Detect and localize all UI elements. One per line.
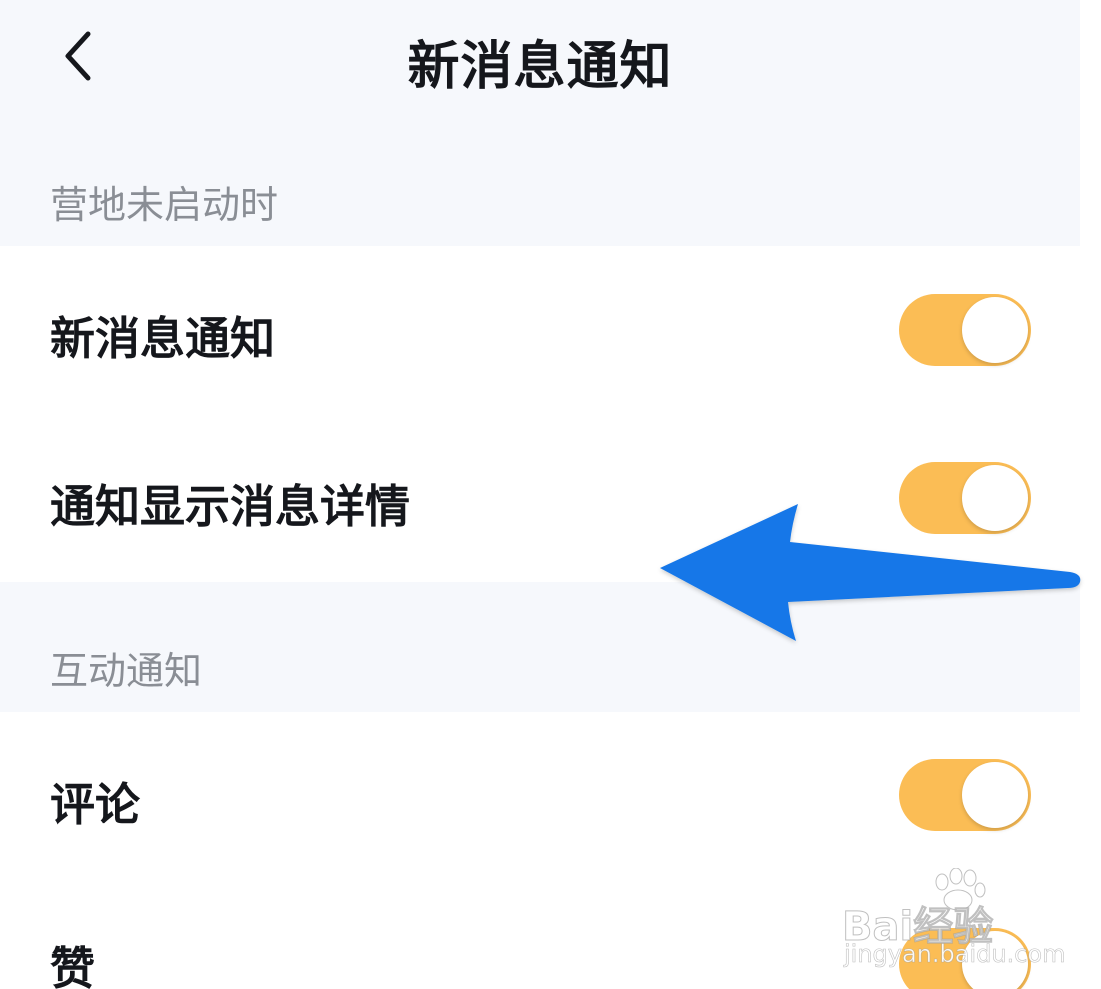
setting-label: 赞: [50, 942, 96, 989]
settings-screen: 新消息通知 营地未启动时 新消息通知 通知显示消息详情 互动通知 评论 赞: [0, 0, 1080, 989]
section-title: 互动通知: [50, 649, 203, 693]
setting-label: 通知显示消息详情: [50, 480, 411, 533]
toggle-knob: [962, 762, 1028, 828]
comment-toggle[interactable]: [899, 759, 1031, 831]
setting-row-like: 赞: [0, 880, 1080, 989]
toggle-knob: [962, 297, 1028, 363]
section-header-camp-inactive: 营地未启动时: [0, 120, 1080, 246]
like-toggle[interactable]: [899, 928, 1031, 989]
setting-row-comment: 评论: [0, 712, 1080, 880]
toggle-knob: [962, 465, 1028, 531]
show-details-toggle[interactable]: [899, 462, 1031, 534]
toggle-knob: [962, 931, 1028, 989]
setting-label: 评论: [50, 778, 141, 831]
new-message-toggle[interactable]: [899, 294, 1031, 366]
top-bar: 新消息通知: [0, 0, 1080, 120]
page-title: 新消息通知: [407, 37, 673, 97]
setting-row-new-message: 新消息通知: [0, 246, 1080, 414]
setting-row-show-details: 通知显示消息详情: [0, 414, 1080, 582]
section-title: 营地未启动时: [50, 183, 279, 227]
setting-label: 新消息通知: [50, 312, 276, 365]
section-header-interaction: 互动通知: [0, 582, 1080, 712]
